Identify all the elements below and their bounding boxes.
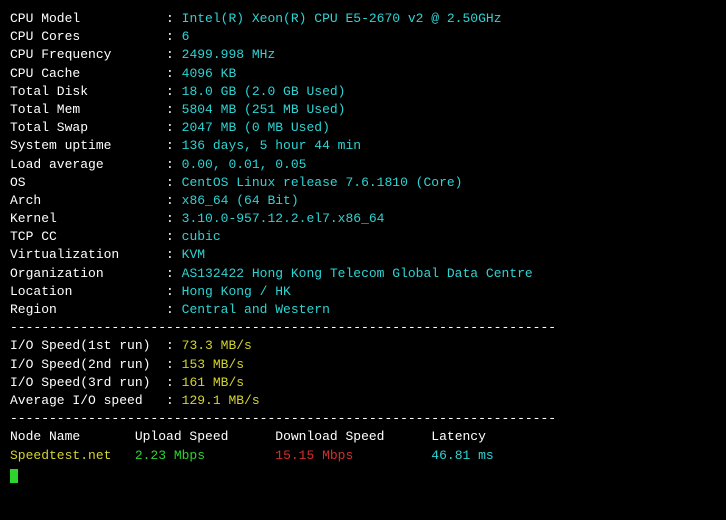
sysinfo-value: AS132422 Hong Kong Telecom Global Data C… [182, 266, 533, 281]
sysinfo-row: Arch : x86_64 (64 Bit) [10, 192, 716, 210]
header-download: Download Speed [275, 429, 431, 444]
speedtest-node: Speedtest.net [10, 448, 135, 463]
sysinfo-label: Location [10, 284, 166, 299]
iospeed-value: 153 MB/s [182, 357, 244, 372]
speedtest-header-row: Node Name Upload Speed Download Speed La… [10, 428, 716, 446]
speedtest-upload: 2.23 Mbps [135, 448, 275, 463]
sysinfo-row: Total Mem : 5804 MB (251 MB Used) [10, 101, 716, 119]
sysinfo-row: CPU Frequency : 2499.998 MHz [10, 46, 716, 64]
sysinfo-row: CPU Cache : 4096 KB [10, 65, 716, 83]
iospeed-label: Average I/O speed [10, 393, 166, 408]
sysinfo-label: Virtualization [10, 247, 166, 262]
sysinfo-label: CPU Model [10, 11, 166, 26]
speedtest-latency: 46.81 ms [431, 448, 493, 463]
sysinfo-label: TCP CC [10, 229, 166, 244]
sysinfo-label: Kernel [10, 211, 166, 226]
sysinfo-value: x86_64 (64 Bit) [182, 193, 299, 208]
iospeed-label: I/O Speed(3rd run) [10, 375, 166, 390]
divider: ----------------------------------------… [10, 319, 716, 337]
speedtest-rows: Speedtest.net 2.23 Mbps 15.15 Mbps 46.81… [10, 447, 716, 465]
sysinfo-value: Intel(R) Xeon(R) CPU E5-2670 v2 @ 2.50GH… [182, 11, 502, 26]
sysinfo-row: TCP CC : cubic [10, 228, 716, 246]
sysinfo-row: System uptime : 136 days, 5 hour 44 min [10, 137, 716, 155]
iospeed-row: Average I/O speed : 129.1 MB/s [10, 392, 716, 410]
sysinfo-label: Arch [10, 193, 166, 208]
sysinfo-label: OS [10, 175, 166, 190]
sysinfo-label: Total Mem [10, 102, 166, 117]
sysinfo-value: 136 days, 5 hour 44 min [182, 138, 361, 153]
iospeed-row: I/O Speed(2nd run) : 153 MB/s [10, 356, 716, 374]
sysinfo-label: CPU Cache [10, 66, 166, 81]
terminal-cursor [10, 469, 18, 483]
sysinfo-value: 0.00, 0.01, 0.05 [182, 157, 307, 172]
speedtest-row: Speedtest.net 2.23 Mbps 15.15 Mbps 46.81… [10, 447, 716, 465]
sysinfo-label: Load average [10, 157, 166, 172]
sysinfo-row: Organization : AS132422 Hong Kong Teleco… [10, 265, 716, 283]
iospeed-label: I/O Speed(2nd run) [10, 357, 166, 372]
iospeed-label: I/O Speed(1st run) [10, 338, 166, 353]
iospeed-value: 161 MB/s [182, 375, 244, 390]
sysinfo-value: 3.10.0-957.12.2.el7.x86_64 [182, 211, 385, 226]
system-info-block: CPU Model : Intel(R) Xeon(R) CPU E5-2670… [10, 10, 716, 319]
sysinfo-label: Organization [10, 266, 166, 281]
iospeed-value: 73.3 MB/s [182, 338, 252, 353]
sysinfo-row: Region : Central and Western [10, 301, 716, 319]
sysinfo-label: System uptime [10, 138, 166, 153]
sysinfo-row: Total Disk : 18.0 GB (2.0 GB Used) [10, 83, 716, 101]
sysinfo-value: 2047 MB (0 MB Used) [182, 120, 330, 135]
sysinfo-value: 5804 MB (251 MB Used) [182, 102, 346, 117]
sysinfo-label: Total Disk [10, 84, 166, 99]
sysinfo-value: 2499.998 MHz [182, 47, 276, 62]
sysinfo-label: Total Swap [10, 120, 166, 135]
speedtest-download: 15.15 Mbps [275, 448, 431, 463]
sysinfo-row: Location : Hong Kong / HK [10, 283, 716, 301]
sysinfo-row: Virtualization : KVM [10, 246, 716, 264]
sysinfo-value: 6 [182, 29, 190, 44]
sysinfo-label: CPU Frequency [10, 47, 166, 62]
sysinfo-value: Central and Western [182, 302, 330, 317]
sysinfo-value: CentOS Linux release 7.6.1810 (Core) [182, 175, 463, 190]
header-node: Node Name [10, 429, 135, 444]
iospeed-row: I/O Speed(1st run) : 73.3 MB/s [10, 337, 716, 355]
io-speed-block: I/O Speed(1st run) : 73.3 MB/sI/O Speed(… [10, 337, 716, 410]
sysinfo-value: 4096 KB [182, 66, 237, 81]
sysinfo-label: Region [10, 302, 166, 317]
iospeed-row: I/O Speed(3rd run) : 161 MB/s [10, 374, 716, 392]
header-latency: Latency [431, 429, 486, 444]
sysinfo-value: cubic [182, 229, 221, 244]
sysinfo-row: CPU Model : Intel(R) Xeon(R) CPU E5-2670… [10, 10, 716, 28]
sysinfo-row: Load average : 0.00, 0.01, 0.05 [10, 156, 716, 174]
header-upload: Upload Speed [135, 429, 275, 444]
sysinfo-row: CPU Cores : 6 [10, 28, 716, 46]
iospeed-value: 129.1 MB/s [182, 393, 260, 408]
divider: ----------------------------------------… [10, 410, 716, 428]
sysinfo-row: Kernel : 3.10.0-957.12.2.el7.x86_64 [10, 210, 716, 228]
sysinfo-row: OS : CentOS Linux release 7.6.1810 (Core… [10, 174, 716, 192]
sysinfo-value: 18.0 GB (2.0 GB Used) [182, 84, 346, 99]
sysinfo-row: Total Swap : 2047 MB (0 MB Used) [10, 119, 716, 137]
sysinfo-value: Hong Kong / HK [182, 284, 291, 299]
sysinfo-value: KVM [182, 247, 205, 262]
sysinfo-label: CPU Cores [10, 29, 166, 44]
